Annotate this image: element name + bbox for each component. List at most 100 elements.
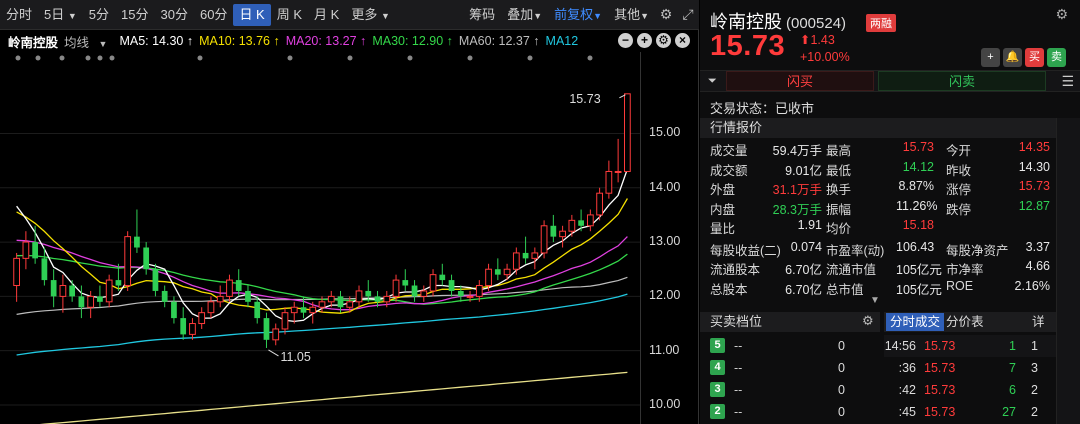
chevron-down-icon: ▼ xyxy=(640,10,649,21)
candle-body xyxy=(32,242,39,259)
price-tick-label: 15.00 xyxy=(649,125,681,140)
orderbook-row[interactable]: 3 -- 0 xyxy=(700,379,880,401)
tab-period-5day[interactable]: 5日 ▼ xyxy=(38,4,83,26)
change-value: 1.43 xyxy=(810,33,835,47)
minus-icon[interactable]: − xyxy=(618,33,633,48)
period-toolbar: 分时 5日 ▼ 5分 15分 30分 60分 日 K 周 K 月 K 更多 ▼ … xyxy=(0,0,699,30)
event-dot xyxy=(197,55,203,61)
settings-icon[interactable]: ⚙ xyxy=(656,33,671,48)
stock-short-name: 岭南控股 xyxy=(8,35,59,50)
other-button[interactable]: 其他▼ xyxy=(608,4,655,26)
sell-button[interactable]: 卖 xyxy=(1047,48,1066,67)
tab-price-table[interactable]: 分价表 xyxy=(946,313,984,331)
tab-period-5min[interactable]: 5分 xyxy=(83,4,115,26)
close-icon[interactable]: × xyxy=(675,33,690,48)
level-badge: 3 xyxy=(710,382,725,397)
add-icon[interactable]: + xyxy=(981,48,1000,67)
candle-body xyxy=(355,290,363,303)
orderbook-row[interactable]: 5 -- 0 xyxy=(700,335,880,357)
candle-body xyxy=(346,301,354,308)
tick-volume: 1 xyxy=(1009,339,1016,353)
side-scrollbar[interactable] xyxy=(1056,118,1080,424)
level-volume: 0 xyxy=(838,405,845,419)
other-label: 其他 xyxy=(614,6,641,22)
collapse-icon[interactable]: ⏷ xyxy=(708,75,717,88)
buy-button[interactable]: 买 xyxy=(1025,48,1044,67)
bell-icon[interactable]: 🔔 xyxy=(1003,48,1022,67)
quote-label: 市盈率(动) xyxy=(826,243,885,258)
candle-body xyxy=(420,290,428,297)
more-periods-button[interactable]: 更多 ▼ xyxy=(345,4,396,26)
candle-body xyxy=(550,225,557,237)
quote-panel: 岭南控股 (000524) 两融 ⚙ 15.73 ⬆1.43 +10.00% + … xyxy=(700,0,1080,424)
gear-icon[interactable]: ⚙ xyxy=(655,4,677,26)
tab-period-weekly[interactable]: 周 K xyxy=(271,4,308,26)
flash-sell-button[interactable]: 闪卖 xyxy=(878,71,1046,91)
candle-body xyxy=(605,170,613,194)
forward-adjust-label: 前复权 xyxy=(554,6,594,22)
menu-icon[interactable]: ☰ xyxy=(1061,73,1074,90)
gear-icon[interactable]: ⚙ xyxy=(862,313,874,329)
orderbook-row[interactable]: 4 -- 0 xyxy=(700,357,880,379)
ma-mode-selector[interactable]: 均线 ▼ xyxy=(64,32,113,51)
candle-body xyxy=(171,301,177,319)
candle-body xyxy=(448,280,455,291)
tab-period-monthly[interactable]: 月 K xyxy=(308,4,345,26)
tab-period-15min[interactable]: 15分 xyxy=(115,4,154,26)
tab-period-daily[interactable]: 日 K xyxy=(233,3,271,26)
orderbook-row[interactable]: 2 -- 0 xyxy=(700,401,880,423)
quote-label: 市净率 xyxy=(946,263,984,277)
tab-period-30min[interactable]: 30分 xyxy=(155,4,194,26)
chevron-down-icon: ▼ xyxy=(593,10,603,21)
tab-detail[interactable]: 详 xyxy=(1032,313,1045,331)
kline-chart[interactable]: 15.73 11.05 xyxy=(0,52,640,424)
candle-body xyxy=(383,295,391,303)
level-badge: 4 xyxy=(710,360,725,375)
ma20-label: MA20: 13.27 ↑ xyxy=(285,34,367,48)
ma30-label: MA30: 12.90 ↑ xyxy=(372,34,453,48)
candle-body xyxy=(374,296,381,302)
plus-icon[interactable]: + xyxy=(637,33,652,48)
quote-label: 均价 xyxy=(826,222,852,236)
overlay-button[interactable]: 叠加▼ xyxy=(501,4,548,26)
quote-value: 105亿元 xyxy=(896,282,942,297)
change-percent: +10.00% xyxy=(800,50,850,64)
candle-body xyxy=(143,247,150,270)
candle-body xyxy=(337,296,344,308)
tab-period-intraday[interactable]: 分时 xyxy=(0,4,38,26)
quote-label: 最低 xyxy=(826,163,852,178)
quote-value: 9.01亿 xyxy=(785,163,822,178)
quote-label: 振幅 xyxy=(826,202,852,217)
quote-value: 6.70亿 xyxy=(785,263,822,277)
ma-mode-label: 均线 xyxy=(64,35,90,50)
tick-price: 15.73 xyxy=(924,383,956,397)
candle-body xyxy=(263,318,270,340)
tab-period-60min[interactable]: 60分 xyxy=(194,4,233,26)
gear-icon[interactable]: ⚙ xyxy=(1055,6,1068,23)
candle-body xyxy=(78,296,85,308)
candle-body xyxy=(309,306,317,314)
flash-buy-button[interactable]: 闪买 xyxy=(726,71,874,91)
chip-distribution-button[interactable]: 筹码 xyxy=(463,4,501,26)
chevron-down-icon[interactable]: ▼ xyxy=(870,295,880,306)
candle-body xyxy=(318,301,326,308)
ma60-label: MA60: 12.37 ↑ xyxy=(458,34,540,48)
event-dot xyxy=(467,55,473,61)
price-axis: 15.00 14.00 13.00 12.00 11.00 10.00 xyxy=(640,52,698,424)
candle-body xyxy=(50,280,57,297)
candle-body xyxy=(97,296,103,302)
candle-body xyxy=(87,295,95,308)
quote-label: 成交额 xyxy=(710,163,748,178)
orderbook-header: 买卖档位 xyxy=(700,312,880,332)
tab-tick-trades[interactable]: 分时成交 xyxy=(886,313,945,331)
candle-body xyxy=(466,295,474,298)
long-ma-line xyxy=(39,371,628,424)
forward-adjust-button[interactable]: 前复权▼ xyxy=(548,4,608,26)
expand-icon[interactable]: ⤢ xyxy=(677,4,699,26)
ma12-label: MA12 xyxy=(545,34,579,48)
price-tick-label: 12.00 xyxy=(649,288,681,303)
candle-body xyxy=(207,301,215,314)
tick-row: :45 15.73 27 2 xyxy=(884,401,1056,423)
price-tick-label: 11.00 xyxy=(649,342,680,357)
quote-label: 成交量 xyxy=(710,144,748,158)
